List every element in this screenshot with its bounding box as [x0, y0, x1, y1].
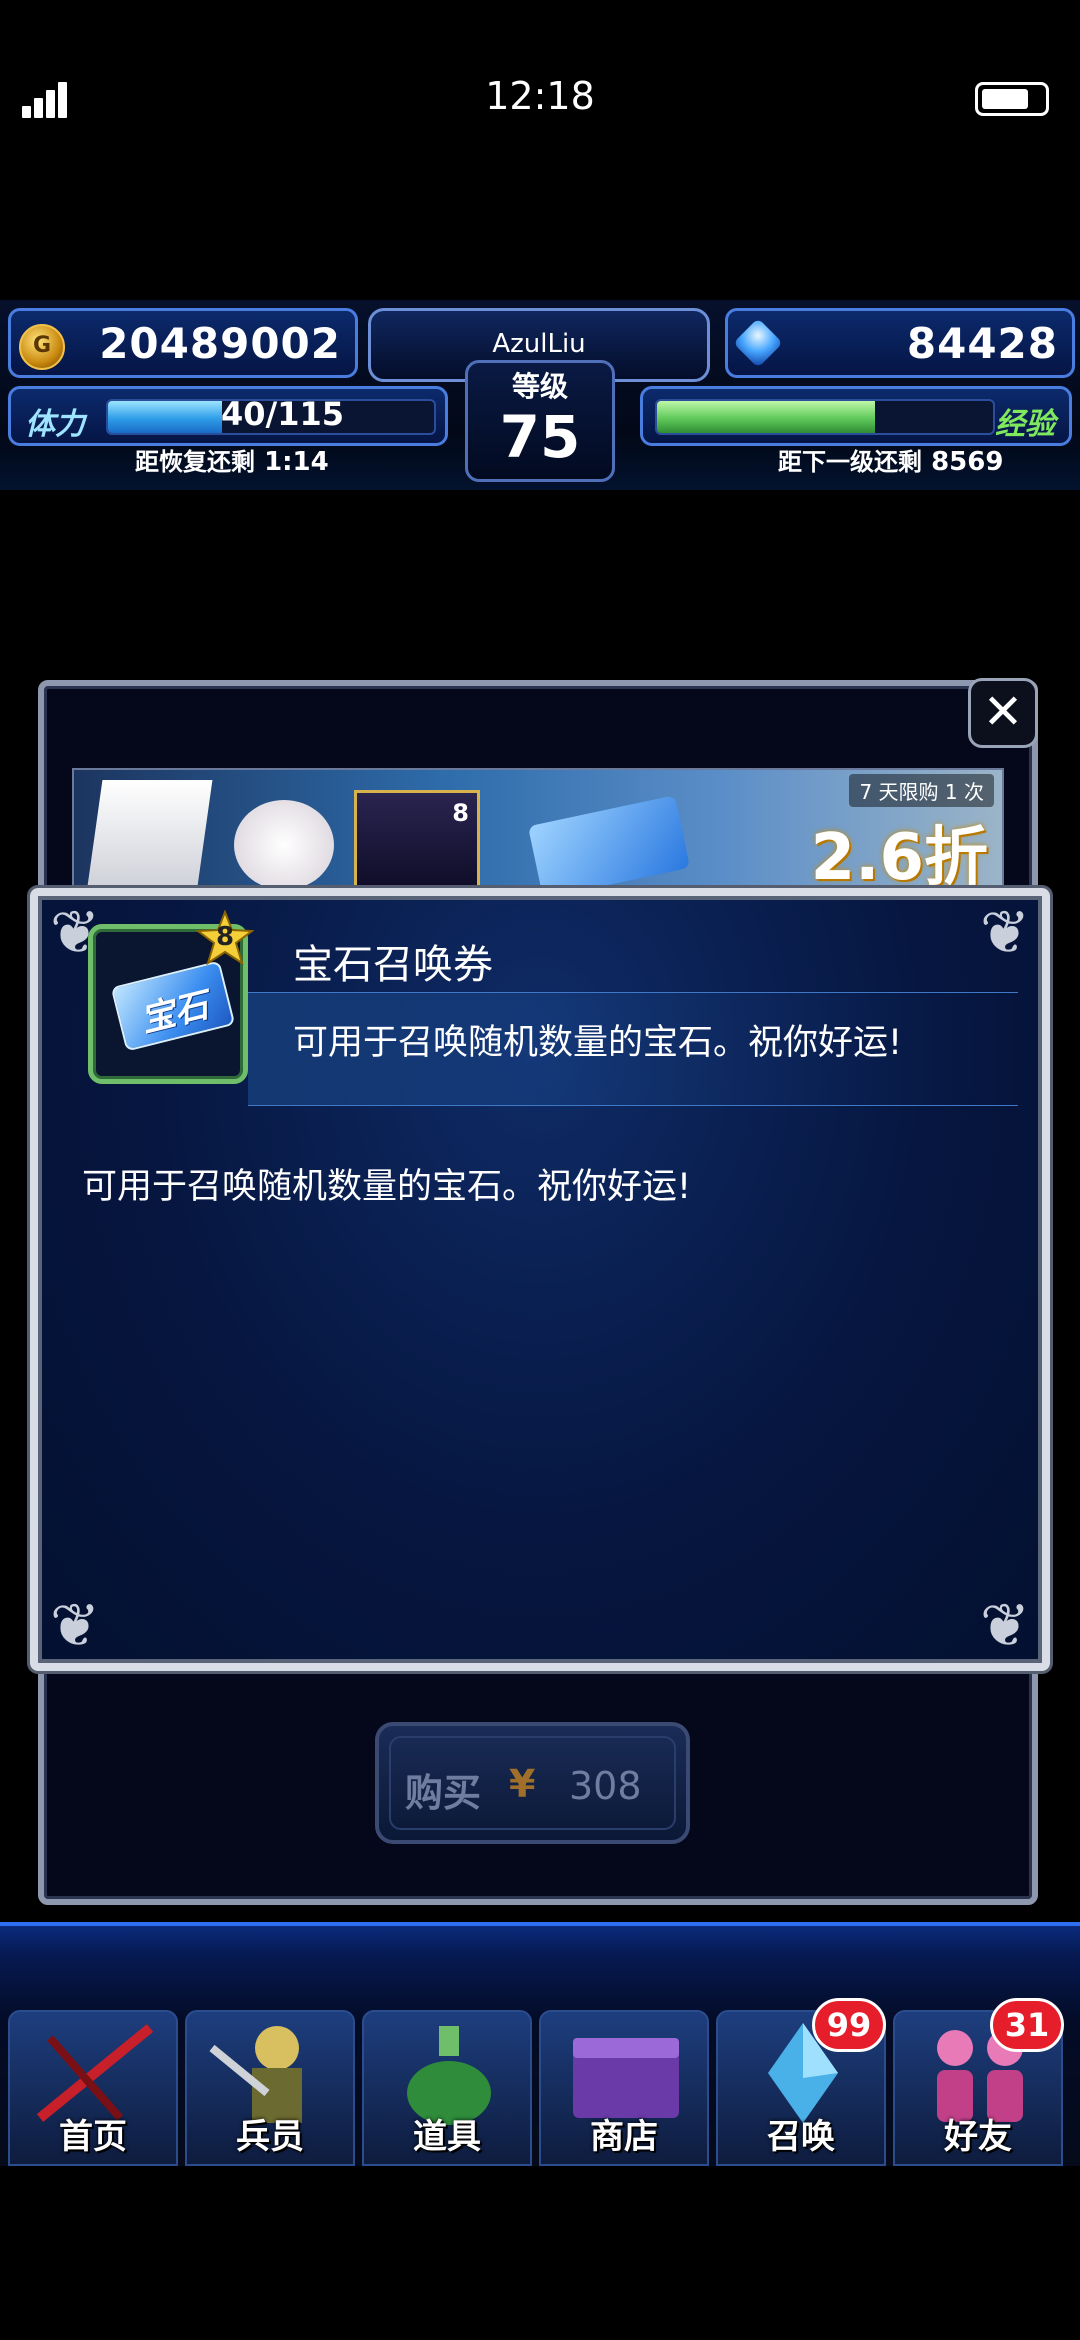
status-bar: 12:18 [0, 0, 1080, 200]
username: AzulLiu [492, 329, 586, 359]
price: 308 [569, 1764, 642, 1808]
close-button[interactable]: ✕ [968, 678, 1038, 748]
player-hud: 20489002 AzulLiu 84428 体力 40/115 等级 75 经… [0, 300, 1080, 490]
close-icon: ✕ [982, 684, 1024, 740]
tab-shop-label: 商店 [590, 2117, 658, 2157]
next-level-note: 距下一级还剩 8569 [778, 442, 1003, 477]
friends-badge: 31 [990, 1998, 1064, 2052]
tab-items-label: 道具 [413, 2117, 481, 2157]
moogle-image [234, 800, 334, 890]
level-number: 75 [499, 403, 581, 471]
summon-badge: 99 [812, 1998, 886, 2052]
ornament-icon: ❦ [979, 1591, 1031, 1661]
tab-items[interactable]: 道具 [362, 2010, 532, 2166]
stamina-recover-time: 1:14 [264, 447, 329, 477]
offer-banner: 8 7 天限购 1 次 2.6折 [72, 768, 1004, 892]
tab-home-label: 首页 [59, 2117, 127, 2157]
tab-units-label: 兵员 [236, 2117, 304, 2157]
item-detail-popup[interactable]: ❦ ❦ ❦ ❦ 宝石 8 宝石召唤券 可用于召唤随机数量的宝石。祝你好运! 可用… [30, 888, 1050, 1671]
battery-icon [975, 82, 1049, 116]
level-label: 等级 [511, 370, 568, 403]
bottom-navigation: 首页 兵员 道具 商店 召唤 好友 99 31 [0, 1922, 1080, 2166]
banner-unit-card: 8 [354, 790, 480, 890]
stamina-label: 体力 [25, 407, 85, 442]
ticket-icon-text: 宝石 [136, 985, 213, 1041]
item-description: 可用于召唤随机数量的宝石。祝你好运! [82, 1167, 692, 1207]
tab-friends-label: 好友 [944, 2117, 1012, 2157]
stamina-value: 40/115 [221, 395, 345, 433]
tab-units[interactable]: 兵员 [185, 2010, 355, 2166]
gem-ticket-icon: 宝石 [110, 960, 236, 1052]
buy-button[interactable]: 购买 ¥ 308 [375, 1722, 690, 1844]
gem-icon [733, 318, 783, 368]
ornament-icon: ❦ [979, 898, 1031, 968]
stamina-recover-note: 距恢复还剩 1:14 [135, 442, 329, 477]
gem-panel[interactable]: 84428 [725, 308, 1075, 378]
rank-number: 8 [215, 922, 235, 952]
purchase-limit: 7 天限购 1 次 [849, 774, 994, 807]
gold-amount: 20489002 [99, 319, 341, 368]
item-name: 宝石召唤券 [293, 942, 493, 988]
gem-amount: 84428 [906, 319, 1058, 368]
exp-panel: 经验 [640, 386, 1072, 446]
banner-item-box [85, 780, 213, 890]
status-time: 12:18 [485, 74, 595, 118]
gold-coin-icon [19, 324, 65, 370]
tab-shop[interactable]: 商店 [539, 2010, 709, 2166]
exp-bar-fill [657, 401, 876, 433]
banner-ticket-image [527, 795, 691, 890]
buy-label: 购买 [405, 1771, 482, 1815]
stamina-recover-label: 距恢复还剩 [135, 448, 255, 476]
exp-label: 经验 [995, 407, 1055, 442]
tab-summon-label: 召唤 [767, 2117, 835, 2157]
next-level-label: 距下一级还剩 [778, 448, 922, 476]
rank-star-icon: 8 [195, 909, 255, 966]
exp-bar [655, 399, 995, 435]
currency-symbol: ¥ [509, 1762, 536, 1806]
next-level-remaining: 8569 [931, 447, 1004, 477]
item-short-description: 可用于召唤随机数量的宝石。祝你好运! [293, 1023, 903, 1063]
banner-card-rank: 8 [452, 799, 469, 827]
discount-label: 2.6折 [810, 821, 988, 892]
ornament-icon: ❦ [49, 1591, 101, 1661]
gold-panel[interactable]: 20489002 [8, 308, 358, 378]
tab-home[interactable]: 首页 [8, 2010, 178, 2166]
stamina-bar-fill [108, 401, 223, 433]
stamina-panel[interactable]: 体力 40/115 [8, 386, 448, 446]
level-plate: 等级 75 [465, 360, 615, 482]
